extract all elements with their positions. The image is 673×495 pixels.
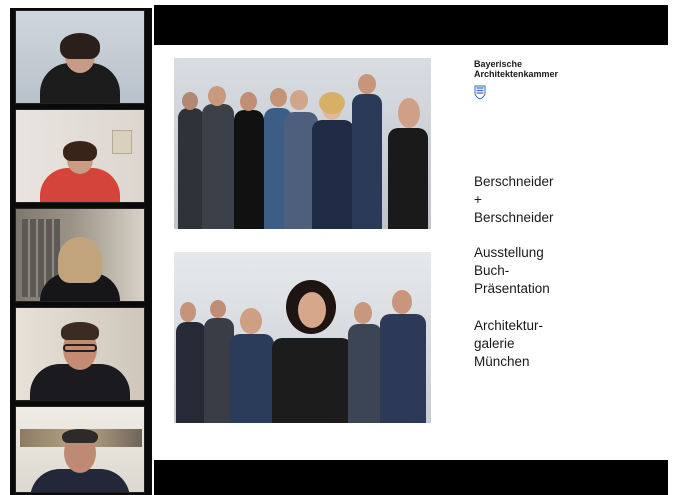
text-line: Ausstellung bbox=[474, 245, 544, 260]
organization-line: Architektenkammer bbox=[474, 69, 559, 79]
text-line: galerie bbox=[474, 336, 515, 351]
participant-gallery bbox=[10, 8, 152, 495]
crest-icon bbox=[474, 85, 486, 100]
glasses-icon bbox=[63, 344, 97, 352]
text-line: Berschneider bbox=[474, 210, 554, 225]
event-photo-speaker bbox=[174, 252, 431, 423]
text-line: Berschneider bbox=[474, 174, 554, 189]
participant-tile[interactable] bbox=[15, 208, 145, 302]
participant-tile[interactable] bbox=[15, 406, 145, 493]
text-line: Architektur- bbox=[474, 318, 544, 333]
participant-tile[interactable] bbox=[15, 307, 145, 401]
wall-picture bbox=[112, 130, 132, 154]
participant-hair bbox=[61, 322, 99, 340]
text-line: München bbox=[474, 354, 530, 369]
participant-hair bbox=[63, 141, 97, 161]
text-line: Präsentation bbox=[474, 281, 550, 296]
participant-hair bbox=[58, 237, 102, 283]
shared-slide: Bayerische Architektenkammer Berschneide… bbox=[154, 45, 668, 460]
participant-tile[interactable] bbox=[15, 109, 145, 203]
participant-hair bbox=[62, 429, 98, 443]
participant-hair bbox=[60, 33, 100, 59]
participant-tile[interactable] bbox=[15, 10, 145, 104]
text-line: Buch- bbox=[474, 263, 510, 278]
architects-name: Berschneider + Berschneider bbox=[474, 173, 554, 227]
text-line: + bbox=[474, 192, 482, 207]
event-photo-group bbox=[174, 58, 431, 229]
organization-line: Bayerische bbox=[474, 59, 523, 69]
venue-name: Architektur- galerie München bbox=[474, 317, 543, 371]
event-description: Ausstellung Buch- Präsentation bbox=[474, 244, 550, 298]
organization-name: Bayerische Architektenkammer bbox=[474, 59, 558, 79]
